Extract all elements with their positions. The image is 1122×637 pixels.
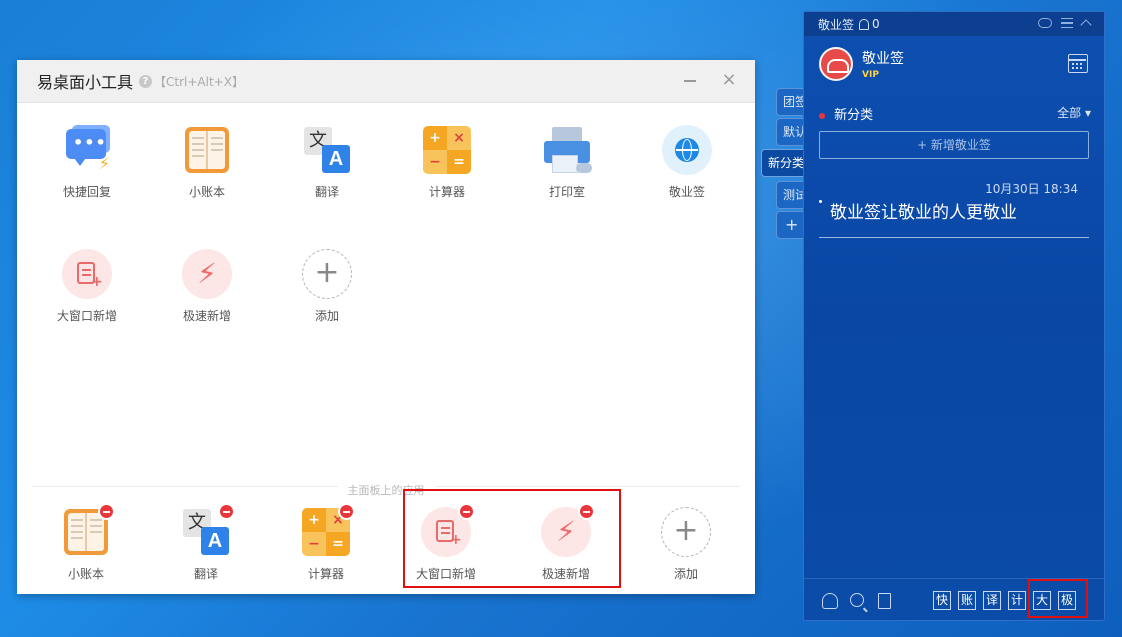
pinned-app-translate[interactable]: 文 A 翻译 <box>146 503 266 582</box>
app-ledger[interactable]: 小账本 <box>147 125 267 200</box>
side-tab-new-category[interactable]: 新分类 <box>761 149 805 177</box>
globe-icon <box>662 125 712 175</box>
tools-window-titlebar: 易桌面小工具 ? 【Ctrl+Alt+X】 × <box>17 60 755 103</box>
printer-icon <box>542 125 592 175</box>
avatar[interactable] <box>819 47 853 81</box>
lightning-icon: ⚡ <box>182 249 232 299</box>
calculator-button[interactable]: 计 <box>1008 591 1026 610</box>
shortcut-hint: 【Ctrl+Alt+X】 <box>154 74 244 89</box>
highlight-box-apps <box>403 489 621 588</box>
quick-reply-button[interactable]: 快 <box>933 591 951 610</box>
menu-icon[interactable] <box>1061 18 1073 28</box>
search-icon[interactable] <box>850 593 864 607</box>
note-divider <box>819 237 1089 238</box>
app-label: 打印室 <box>548 185 585 199</box>
app-label: 翻译 <box>193 567 218 581</box>
plus-icon: + <box>661 507 711 557</box>
filter-dropdown[interactable]: 全部 ▾ <box>1057 104 1091 121</box>
side-tab-default[interactable]: 默认 <box>776 118 806 146</box>
notes-app-name: 敬业签 <box>818 17 855 32</box>
category-row: 新分类 全部 ▾ <box>819 104 1091 123</box>
user-info[interactable]: 敬业签 VIP <box>819 47 904 81</box>
app-add[interactable]: + 添加 <box>267 249 387 324</box>
app-label: 快捷回复 <box>62 185 111 199</box>
app-print-room[interactable]: 打印室 <box>507 125 627 200</box>
app-jingyeqian[interactable]: 敬业签 <box>627 125 747 200</box>
app-label: 翻译 <box>314 185 339 199</box>
side-tab-team[interactable]: 团签 <box>776 88 806 116</box>
pinned-app-calculator[interactable]: + × − = 计算器 <box>266 503 386 582</box>
app-large-window-add[interactable]: + 大窗口新增 <box>27 249 147 324</box>
side-tab-test[interactable]: 测试 <box>776 181 806 209</box>
app-label: 计算器 <box>428 185 465 199</box>
category-dot <box>819 112 825 119</box>
help-icon[interactable]: ? <box>139 74 153 88</box>
category-name: 新分类 <box>834 108 874 123</box>
notepad-icon[interactable] <box>878 593 891 609</box>
pinned-app-add[interactable]: + 添加 <box>626 507 746 582</box>
app-label: 大窗口新增 <box>56 309 117 323</box>
translate-icon: 文 A <box>181 503 235 557</box>
book-icon <box>182 125 232 175</box>
vip-badge: VIP <box>862 70 879 80</box>
calendar-icon[interactable] <box>1068 54 1088 73</box>
notification-count: 0 <box>872 17 880 31</box>
app-label: 敬业签 <box>668 185 705 199</box>
cloud-icon[interactable] <box>1038 18 1052 28</box>
side-tab-add[interactable]: + <box>776 211 806 239</box>
app-label: 添加 <box>314 309 339 323</box>
users-icon[interactable] <box>822 593 838 609</box>
tools-window-title: 易桌面小工具 <box>37 73 134 92</box>
note-timestamp: 10月30日 18:34 <box>985 182 1078 196</box>
note-bullet <box>819 200 822 203</box>
highlight-box-quick-buttons <box>1028 579 1088 618</box>
user-name: 敬业签 <box>862 51 904 67</box>
app-calculator[interactable]: + × − = 计算器 <box>387 125 507 200</box>
translate-button[interactable]: 译 <box>983 591 1001 610</box>
translate-icon: 文 A <box>302 125 352 175</box>
calculator-icon: + × − = <box>301 503 355 557</box>
bell-icon[interactable] <box>859 18 870 30</box>
remove-icon[interactable] <box>218 503 235 520</box>
remove-icon[interactable] <box>98 503 115 520</box>
app-quick-reply[interactable]: ••• ⚡ 快捷回复 <box>27 125 147 200</box>
app-label: 小账本 <box>67 567 104 581</box>
note-text[interactable]: 敬业签让敬业的人更敬业 <box>830 198 1017 223</box>
app-label: 添加 <box>673 567 698 581</box>
topbar-icons <box>1038 16 1092 31</box>
chat-icon: ••• ⚡ <box>62 125 112 175</box>
remove-icon[interactable] <box>338 503 355 520</box>
tools-window: 易桌面小工具 ? 【Ctrl+Alt+X】 × ••• ⚡ 快捷回复 小账本 文… <box>17 60 755 594</box>
close-button[interactable]: × <box>721 71 737 89</box>
note-add-icon: + <box>62 249 112 299</box>
notes-topbar: 敬业签 0 <box>804 12 1104 36</box>
app-label: 小账本 <box>188 185 225 199</box>
calculator-icon: + × − = <box>422 125 472 175</box>
ledger-button[interactable]: 账 <box>958 591 976 610</box>
minimize-button[interactable] <box>683 72 699 88</box>
add-note-button[interactable]: + 新增敬业签 <box>819 131 1089 159</box>
notes-panel: 敬业签 0 敬业签 VIP 新分类 全部 ▾ + 新增敬业签 10月30日 18… <box>803 11 1105 621</box>
pinned-app-ledger[interactable]: 小账本 <box>26 503 146 582</box>
app-label: 极速新增 <box>182 309 231 323</box>
app-label: 计算器 <box>307 567 344 581</box>
chevron-up-icon[interactable] <box>1080 19 1092 31</box>
app-quick-add[interactable]: ⚡ 极速新增 <box>147 249 267 324</box>
plus-icon: + <box>302 249 352 299</box>
book-icon <box>61 503 115 557</box>
section-label: 主面板上的应用 <box>17 479 755 498</box>
app-translate[interactable]: 文 A 翻译 <box>267 125 387 200</box>
